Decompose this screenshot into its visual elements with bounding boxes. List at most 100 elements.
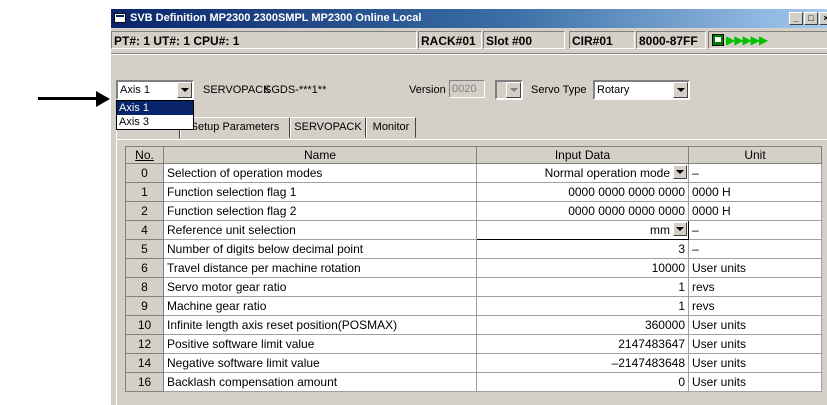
parameter-number-cell-text: 2 [141, 204, 148, 218]
table-row[interactable]: 9 Machine gear ratio 1 revs [125, 296, 822, 316]
chevron-down-icon[interactable] [673, 82, 688, 98]
parameter-number-cell-text: 16 [137, 375, 152, 389]
close-button[interactable]: × [819, 12, 827, 25]
axis-option-1[interactable]: Axis 1 [117, 101, 193, 115]
parameter-name-cell: Backlash compensation amount [163, 372, 477, 392]
rack-field: RACK#01 [418, 31, 482, 49]
parameter-number-cell-text: 8 [141, 280, 148, 294]
input-data-cell[interactable]: 1 [476, 296, 689, 316]
tab-monitor[interactable]: Monitor [366, 117, 416, 138]
input-data-cell-text: 10000 [651, 261, 685, 275]
unit-cell: revs [688, 277, 822, 297]
parameter-number-cell: 14 [125, 353, 164, 373]
monitor-icon [712, 34, 724, 46]
tab-servopack[interactable]: SERVOPACK [290, 117, 366, 138]
input-data-cell-text: mm [650, 223, 670, 237]
parameter-name-cell-text: Servo motor gear ratio [167, 280, 287, 294]
input-data-cell[interactable]: 0 [476, 372, 689, 392]
input-data-cell[interactable]: –2147483648 [476, 353, 689, 373]
parameter-name-cell-text: Machine gear ratio [167, 299, 267, 313]
parameter-name-cell: Servo motor gear ratio [163, 277, 477, 297]
parameter-panel: No. Name Input Data Unit 0 Selection of o… [116, 139, 827, 405]
chevron-down-icon[interactable] [177, 82, 192, 98]
table-body: 0 Selection of operation modes Normal oper… [125, 163, 822, 392]
table-row[interactable]: 8 Servo motor gear ratio 1 revs [125, 277, 822, 297]
maximize-button[interactable]: □ [804, 12, 818, 25]
input-data-cell[interactable]: 360000 [476, 315, 689, 335]
column-header-unit[interactable]: Unit [688, 146, 822, 164]
callout-arrow-head [96, 91, 110, 107]
divider [111, 53, 827, 55]
servopack-model: SGDS-***1** [264, 84, 327, 96]
parameter-name-cell: Infinite length axis reset position(POSM… [163, 315, 477, 335]
parameter-number-cell: 4 [125, 220, 164, 240]
parameter-number-cell-text: 14 [137, 356, 152, 370]
input-data-cell[interactable]: 0000 0000 0000 0000 [476, 201, 689, 221]
chevron-down-icon[interactable] [673, 165, 687, 179]
axis-select[interactable]: Axis 1 [116, 80, 194, 100]
table-row[interactable]: 14 Negative software limit value –21474836… [125, 353, 822, 373]
input-data-cell[interactable]: 3 [476, 239, 689, 259]
version-label: Version [409, 84, 446, 96]
parameter-number-cell: 1 [125, 182, 164, 202]
input-data-cell[interactable]: 1 [476, 277, 689, 297]
unit-cell: 0000 H [688, 182, 822, 202]
parameter-number-cell-text: 10 [137, 318, 152, 332]
chevron-down-icon [506, 82, 521, 98]
table-row[interactable]: 2 Function selection flag 2 0000 0000 0000… [125, 201, 822, 221]
parameter-name-cell-text: Selection of operation modes [167, 166, 323, 180]
unit-cell: User units [688, 372, 822, 392]
input-data-cell[interactable]: Normal operation mode [476, 163, 689, 183]
table-row[interactable]: 10 Infinite length axis reset position(PO… [125, 315, 822, 335]
parameter-name-cell-text: Travel distance per machine rotation [167, 261, 361, 275]
input-data-cell-text: 1 [678, 299, 685, 313]
status-arrows-icon: ▶▶▶▶▶ [726, 33, 768, 47]
column-header-input-data[interactable]: Input Data [476, 146, 689, 164]
parameter-name-cell-text: Number of digits below decimal point [167, 242, 364, 256]
minimize-button[interactable]: _ [789, 12, 803, 25]
parameter-name-cell: Selection of operation modes [163, 163, 477, 183]
input-data-cell-text: 0000 0000 0000 0000 [568, 204, 685, 218]
table-row[interactable]: 6 Travel distance per machine rotation 100… [125, 258, 822, 278]
unit-cell: User units [688, 334, 822, 354]
unit-cell-text: revs [692, 299, 715, 313]
parameter-number-cell: 9 [125, 296, 164, 316]
parameter-number-cell: 5 [125, 239, 164, 259]
table-row[interactable]: 5 Number of digits below decimal point 3– [125, 239, 822, 259]
module-info-bar: PT#: 1 UT#: 1 CPU#: 1 RACK#01 Slot #00 C… [111, 29, 827, 51]
unit-cell-text: revs [692, 280, 715, 294]
unit-cell-text: – [692, 223, 699, 237]
input-data-cell-text: 2147483647 [618, 337, 685, 351]
parameter-name-cell: Number of digits below decimal point [163, 239, 477, 259]
unit-cell-text: 0000 H [692, 204, 731, 218]
table-row[interactable]: 0 Selection of operation modes Normal oper… [125, 163, 822, 183]
input-data-cell[interactable]: 0000 0000 0000 0000 [476, 182, 689, 202]
axis-option-3[interactable]: Axis 3 [117, 115, 193, 129]
parameter-table: No. Name Input Data Unit 0 Selection of o… [125, 146, 822, 392]
parameter-name-cell-text: Positive software limit value [167, 337, 315, 351]
unit-cell-text: – [692, 242, 699, 256]
pt-ut-cpu-field: PT#: 1 UT#: 1 CPU#: 1 [111, 31, 417, 49]
input-data-cell[interactable]: mm [476, 220, 689, 240]
tab-setup-parameters[interactable]: Setup Parameters [180, 117, 290, 138]
parameter-number-cell-text: 0 [141, 166, 148, 180]
parameter-name-cell: Reference unit selection [163, 220, 477, 240]
input-data-cell[interactable]: 10000 [476, 258, 689, 278]
axis-dropdown-list[interactable]: Axis 1 Axis 3 [116, 100, 194, 130]
chevron-down-icon[interactable] [673, 222, 687, 236]
unit-cell: – [688, 220, 822, 240]
servo-type-label: Servo Type [531, 84, 587, 96]
unit-cell: User units [688, 258, 822, 278]
table-row[interactable]: 1 Function selection flag 1 0000 0000 0000… [125, 182, 822, 202]
input-data-cell[interactable]: 2147483647 [476, 334, 689, 354]
parameter-number-cell-text: 5 [141, 242, 148, 256]
input-data-cell-text: 1 [678, 280, 685, 294]
servo-type-select[interactable]: Rotary [593, 80, 690, 100]
table-row[interactable]: 12 Positive software limit value 214748364… [125, 334, 822, 354]
title-bar[interactable]: SVB Definition MP2300 2300SMPL MP2300 On… [111, 9, 827, 28]
column-header-no[interactable]: No. [125, 146, 164, 164]
column-header-name[interactable]: Name [163, 146, 477, 164]
cir-field: CIR#01 [569, 31, 635, 49]
table-row[interactable]: 4 Reference unit selection mm – [125, 220, 822, 240]
table-row[interactable]: 16 Backlash compensation amount 0 User unit… [125, 372, 822, 392]
